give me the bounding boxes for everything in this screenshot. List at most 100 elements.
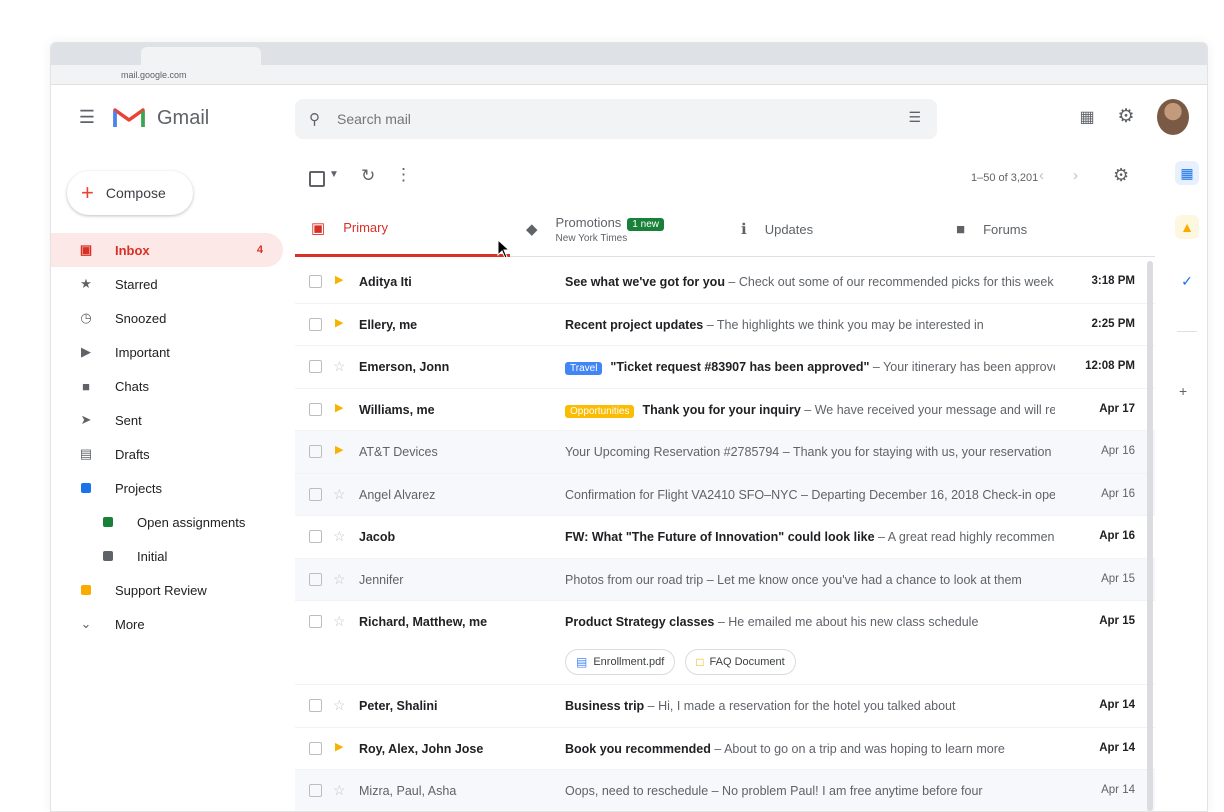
sidebar-item-support-review[interactable]: Support Review — [51, 573, 283, 607]
attachment-name: FAQ Document — [709, 656, 785, 668]
settings-icon[interactable]: ⚙ — [1113, 165, 1129, 186]
important-marker-icon[interactable]: ▶ — [335, 443, 343, 456]
email-subject: Oops, need to reschedule — [565, 784, 709, 798]
email-checkbox[interactable] — [309, 572, 322, 586]
email-row[interactable]: ☆ Jacob FW: What "The Future of Innovation… — [295, 516, 1155, 559]
browser-address-bar[interactable]: mail.google.com — [51, 65, 1207, 85]
sidebar-item-snoozed[interactable]: ◷ Snoozed — [51, 301, 283, 335]
sidebar-item-label: Open assignments — [137, 514, 246, 530]
tab-label: Updates — [764, 221, 814, 237]
tab-promotions[interactable]: ◆ Promotions 1 new New York Times — [510, 201, 725, 257]
sidebar-item-sent[interactable]: ➤ Sent — [51, 403, 283, 437]
sidebar-item-open-assignments[interactable]: Open assignments — [51, 505, 283, 539]
gmail-logo[interactable] — [113, 105, 145, 129]
search-bar[interactable]: ⚲ ☰ — [295, 99, 937, 139]
menu-icon[interactable]: ☰ — [77, 107, 97, 127]
keep-icon[interactable]: ▲ — [1175, 215, 1199, 239]
scrollbar[interactable] — [1147, 261, 1153, 811]
email-row[interactable]: ▶ Aditya Iti See what we've got for you – … — [295, 261, 1155, 304]
email-row[interactable]: ☆ Emerson, Jonn Travel "Ticket request #839… — [295, 346, 1155, 389]
tab-text: Primary — [343, 220, 388, 235]
email-snippet: – Hi, I made a reservation for the hotel… — [644, 699, 956, 713]
compose-button[interactable]: + Compose — [67, 171, 193, 215]
star-icon[interactable]: ☆ — [333, 613, 346, 630]
search-icon[interactable]: ⚲ — [309, 110, 320, 128]
attachment-chip[interactable]: □ FAQ Document — [685, 649, 796, 675]
email-row[interactable]: ☆ Jennifer Photos from our road trip – Let… — [295, 558, 1155, 601]
email-checkbox[interactable] — [309, 317, 322, 331]
sidebar-item-label: Inbox — [115, 242, 150, 258]
email-row[interactable]: ☆ Peter, Shalini Business trip – Hi, I mad… — [295, 685, 1155, 728]
email-checkbox[interactable] — [309, 741, 322, 755]
email-subject: Business trip — [565, 699, 645, 713]
more-vert-icon[interactable]: ⋮ — [395, 165, 412, 185]
tag-icon: ◆ — [526, 221, 538, 238]
email-row[interactable]: ☆ Richard, Matthew, me Product Strategy cl… — [295, 601, 1155, 685]
sidebar-item-initial[interactable]: Initial — [51, 539, 283, 573]
email-content: Recent project updates – The highlights … — [565, 318, 1055, 332]
calendar-icon[interactable]: ▦ — [1175, 161, 1199, 185]
email-content: Opportunities Thank you for your inquiry … — [565, 403, 1055, 418]
browser-url[interactable]: mail.google.com — [121, 70, 187, 80]
forum-icon: ■ — [956, 220, 966, 238]
email-label[interactable]: Travel — [565, 362, 603, 375]
email-label[interactable]: Opportunities — [565, 404, 635, 418]
sidebar-item-chats[interactable]: ■ Chats — [51, 369, 283, 403]
select-dropdown-icon[interactable]: ▼ — [329, 169, 339, 180]
star-icon[interactable]: ☆ — [333, 528, 346, 545]
star-icon[interactable]: ☆ — [333, 782, 346, 799]
chevron-left-icon[interactable]: ‹ — [1039, 167, 1044, 184]
sidebar-item-label: Support Review — [115, 582, 207, 598]
email-row[interactable]: ▶ Williams, me Opportunities Thank you for … — [295, 389, 1155, 431]
email-row[interactable]: ▶ Roy, Alex, John Jose Book you recommende… — [295, 728, 1155, 770]
email-checkbox[interactable] — [309, 615, 322, 628]
important-marker-icon[interactable]: ▶ — [335, 740, 343, 753]
important-marker-icon[interactable]: ▶ — [335, 401, 343, 414]
attachment-chip[interactable]: ▤ Enrollment.pdf — [565, 649, 676, 675]
tab-primary[interactable]: ▣ Primary — [295, 201, 510, 257]
tab-forums[interactable]: ■ Forums — [940, 201, 1155, 257]
email-row[interactable]: ▶ Ellery, me Recent project updates – The … — [295, 304, 1155, 346]
email-content: FW: What "The Future of Innovation" coul… — [565, 530, 1055, 544]
important-marker-icon[interactable]: ▶ — [335, 273, 343, 286]
email-checkbox[interactable] — [309, 487, 322, 501]
apps-icon[interactable]: ▦ — [1077, 107, 1097, 127]
chevron-right-icon[interactable]: › — [1073, 167, 1078, 184]
tasks-icon[interactable]: ✓ — [1175, 269, 1199, 293]
add-addon-icon[interactable]: + — [1179, 383, 1187, 399]
email-row[interactable]: ☆ Mizra, Paul, Asha Oops, need to reschedu… — [295, 770, 1155, 811]
star-icon[interactable]: ☆ — [333, 697, 346, 714]
refresh-icon[interactable]: ↻ — [361, 166, 375, 186]
email-checkbox[interactable] — [309, 445, 322, 458]
important-marker-icon[interactable]: ▶ — [335, 316, 343, 329]
email-checkbox[interactable] — [309, 402, 322, 416]
search-input[interactable] — [337, 107, 857, 131]
email-checkbox[interactable] — [309, 530, 322, 543]
sidebar-item-starred[interactable]: ★ Starred — [51, 267, 283, 301]
star-icon[interactable]: ☆ — [333, 486, 346, 503]
email-checkbox[interactable] — [309, 784, 322, 797]
sidebar-item-more[interactable]: ⌄ More — [51, 607, 283, 641]
sidebar-item-drafts[interactable]: ▤ Drafts — [51, 437, 283, 471]
email-checkbox[interactable] — [309, 275, 322, 288]
star-icon[interactable]: ☆ — [333, 571, 346, 588]
sidebar-item-projects[interactable]: Projects — [51, 471, 283, 505]
select-all-checkbox[interactable] — [309, 171, 325, 187]
browser-tab[interactable] — [141, 47, 261, 65]
email-snippet: – Let me know once you've had a chance t… — [703, 572, 1022, 587]
email-sender: Mizra, Paul, Asha — [359, 784, 457, 798]
email-row[interactable]: ☆ Angel Alvarez Confirmation for Flight VA… — [295, 473, 1155, 516]
email-sender: Angel Alvarez — [359, 487, 436, 502]
sidebar-item-important[interactable]: ▶ Important — [51, 335, 283, 369]
help-icon[interactable]: ⚙ — [1115, 105, 1137, 127]
star-icon[interactable]: ☆ — [333, 358, 346, 375]
email-checkbox[interactable] — [309, 360, 322, 373]
email-checkbox[interactable] — [309, 699, 322, 712]
sidebar-item-inbox[interactable]: ▣ Inbox 4 — [51, 233, 283, 267]
tab-updates[interactable]: ℹ Updates — [725, 201, 940, 257]
avatar[interactable] — [1157, 99, 1189, 135]
email-snippet: – Check out some of our recommended pick… — [724, 275, 1054, 289]
tune-icon[interactable]: ☰ — [908, 109, 921, 126]
sidebar-item-label: Drafts — [115, 446, 150, 462]
email-row[interactable]: ▶ AT&T Devices Your Upcoming Reservation #… — [295, 431, 1155, 474]
